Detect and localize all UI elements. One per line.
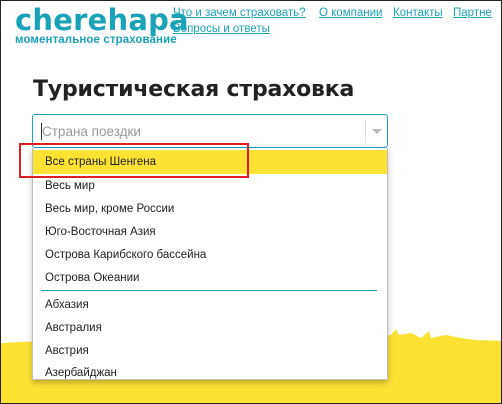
tagline: моментальное страхование [15, 34, 177, 46]
page: cherehapa моментальное страхование Что и… [0, 0, 502, 404]
option-abkhazia[interactable]: Абхазия [33, 293, 387, 317]
nav-link-contacts[interactable]: Контакты [393, 7, 443, 19]
group-divider [41, 290, 377, 291]
logo[interactable]: cherehapa [15, 3, 189, 37]
chevron-down-icon [372, 129, 382, 134]
option-azerbaijan[interactable]: Азербайджан [33, 361, 387, 379]
option-australia[interactable]: Австралия [33, 316, 387, 340]
nav-link-partners[interactable]: Партне [453, 7, 492, 19]
nav-link-what-to-insure[interactable]: Что и зачем страховать? [173, 7, 306, 19]
option-world-except-russia[interactable]: Весь мир, кроме России [33, 197, 387, 221]
country-search-input[interactable] [42, 121, 362, 141]
option-oceania[interactable]: Острова Океании [33, 266, 387, 290]
nav-link-about[interactable]: О компании [319, 7, 382, 19]
option-austria[interactable]: Австрия [33, 339, 387, 363]
annotation-highlight-box [19, 143, 249, 178]
country-dropdown: Все страны Шенгена Весь мир Весь мир, кр… [32, 148, 388, 380]
nav-link-faq[interactable]: Вопросы и ответы [173, 23, 270, 35]
option-southeast-asia[interactable]: Юго-Восточная Азия [33, 220, 387, 244]
select-toggle[interactable] [365, 120, 387, 143]
page-title: Туристическая страховка [33, 77, 355, 102]
option-caribbean[interactable]: Острова Карибского бассейна [33, 243, 387, 267]
